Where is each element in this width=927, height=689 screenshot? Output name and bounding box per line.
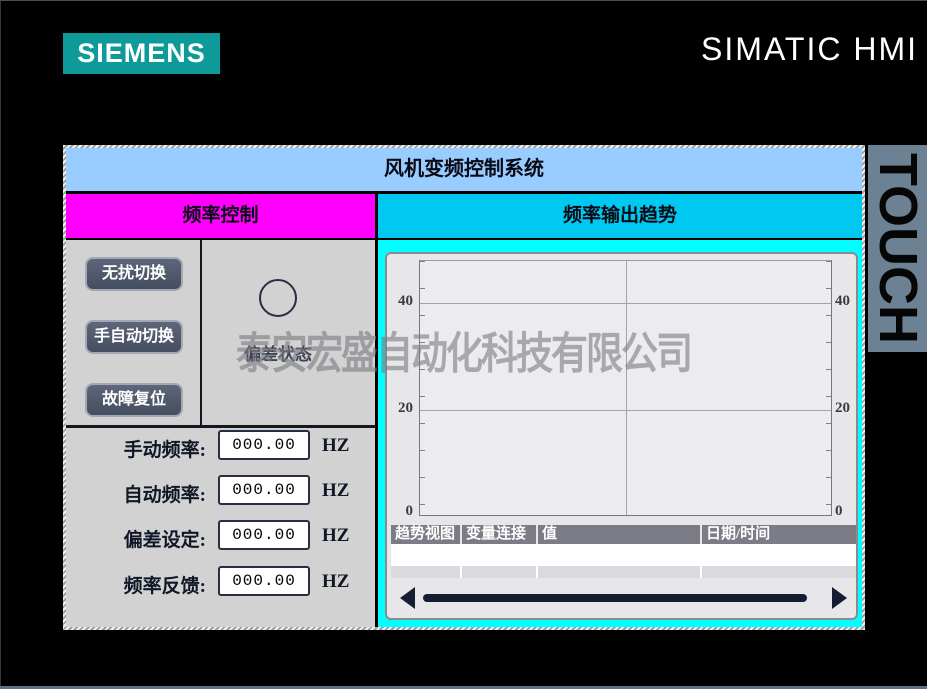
col-trend-view: 趋势视图 [391, 525, 460, 544]
frequency-feedback-label: 频率反馈: [94, 571, 206, 598]
y-tick-right-40: 40 [835, 293, 861, 310]
scroll-left-arrow[interactable] [400, 587, 415, 609]
hmi-screen-frame: 风机变频控制系统 频率控制 频率输出趋势 无扰切换 手自动切换 故障复位 偏差状… [63, 145, 865, 630]
manual-frequency-label: 手动频率: [94, 435, 206, 462]
manual-frequency-input[interactable] [218, 430, 310, 460]
frequency-feedback-unit: HZ [322, 571, 362, 593]
fields-section-divider [66, 425, 375, 428]
deviation-setting-unit: HZ [322, 525, 362, 547]
deviation-setting-label: 偏差设定: [94, 525, 206, 552]
y-tick-left-20: 20 [387, 400, 413, 417]
y-tick-right-20: 20 [835, 400, 861, 417]
page-title: 风机变频控制系统 [66, 148, 862, 194]
touch-label: TOUCH [868, 145, 927, 352]
right-axis-ticks [826, 261, 831, 517]
gridline-center [626, 261, 627, 515]
trend-plot-area [419, 260, 832, 516]
scrollbar-track[interactable] [423, 594, 807, 602]
col-value: 值 [538, 525, 700, 544]
auto-frequency-unit: HZ [322, 480, 362, 502]
trend-table-header: 趋势视图 变量连接 值 日期/时间 [391, 525, 856, 544]
y-tick-left-0: 0 [387, 503, 413, 520]
undisturbed-switch-button[interactable]: 无扰切换 [85, 257, 183, 291]
trend-view-widget: 40 20 0 40 20 0 趋势视图 变量连接 值 日期/时间 [385, 252, 858, 620]
hmi-screen: 风机变频控制系统 频率控制 频率输出趋势 无扰切换 手自动切换 故障复位 偏差状… [66, 148, 862, 627]
scroll-right-arrow[interactable] [832, 587, 847, 609]
trend-table-row-footer [391, 566, 856, 578]
fault-reset-button[interactable]: 故障复位 [85, 383, 183, 417]
manual-auto-switch-button[interactable]: 手自动切换 [85, 320, 183, 354]
y-tick-left-40: 40 [387, 293, 413, 310]
siemens-logo: SIEMENS [63, 33, 220, 74]
deviation-setting-input[interactable] [218, 520, 310, 550]
manual-frequency-unit: HZ [322, 435, 362, 457]
frequency-trend-header: 频率输出趋势 [378, 194, 862, 240]
left-axis-ticks [420, 261, 425, 517]
frequency-control-header: 频率控制 [66, 194, 375, 240]
bezel-top-edge [0, 0, 927, 1]
trend-table-row [391, 544, 856, 566]
bezel-left-edge [0, 0, 1, 689]
deviation-status-lamp [259, 279, 297, 317]
button-column-divider [200, 240, 202, 425]
y-tick-right-0: 0 [835, 503, 861, 520]
col-date-time: 日期/时间 [702, 525, 856, 544]
simatic-hmi-label: SIMATIC HMI [701, 31, 918, 68]
deviation-status-label: 偏差状态 [216, 340, 340, 365]
touch-side-panel: TOUCH [868, 145, 927, 352]
col-variable-connection: 变量连接 [462, 525, 536, 544]
frequency-feedback-input[interactable] [218, 566, 310, 596]
auto-frequency-input[interactable] [218, 475, 310, 505]
auto-frequency-label: 自动频率: [94, 480, 206, 507]
